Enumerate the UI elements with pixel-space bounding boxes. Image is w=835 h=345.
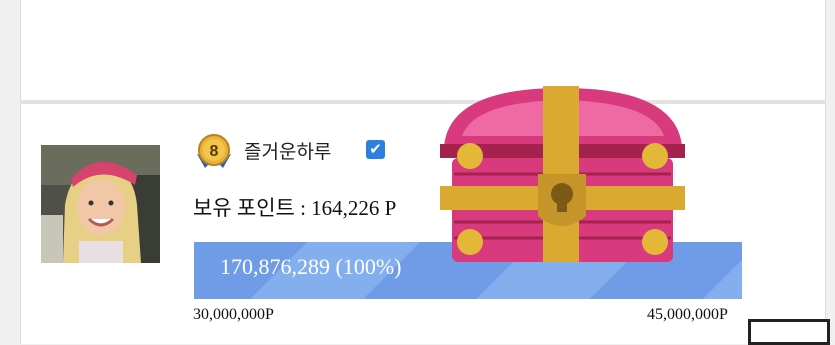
rank-medal-icon: 8 [193, 132, 235, 172]
nickname[interactable]: 즐거운하루 [244, 137, 331, 164]
avatar-photo [41, 145, 160, 263]
floating-button[interactable] [748, 319, 830, 345]
progress-min-label: 30,000,000P [193, 306, 274, 323]
treasure-chest-icon[interactable] [440, 86, 685, 264]
top-panel [20, 0, 826, 100]
rank-level-text: 8 [210, 143, 219, 160]
progress-value: 170,876,289 (100%) [220, 254, 402, 279]
progress-max-label: 45,000,000P [647, 306, 728, 323]
checkbox-checked-icon: ✔ [366, 140, 385, 159]
owned-points: 보유 포인트 : 164,226 P [193, 196, 397, 220]
avatar[interactable] [41, 145, 160, 263]
